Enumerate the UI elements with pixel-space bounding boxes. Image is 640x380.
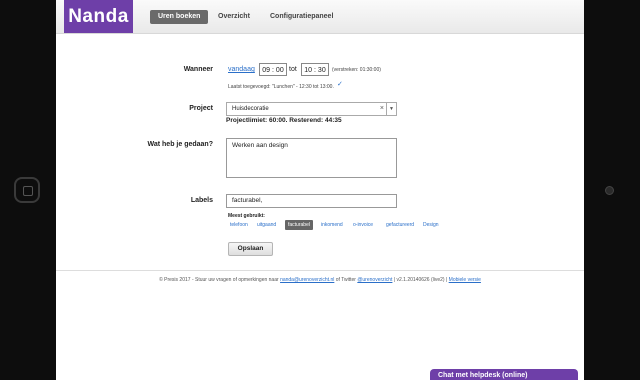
tag-item[interactable]: Design [421,220,441,230]
chat-helpdesk-button[interactable]: Chat met helpdesk (online) [430,369,578,380]
checkmark-icon: ✓ [337,81,343,88]
footer: © Presis 2017 - Stuur uw vragen of opmer… [56,277,584,283]
tag-item[interactable]: inkomend [319,220,345,230]
mobile-version-link[interactable]: Mobiele versie [449,277,481,283]
project-select[interactable]: Huisdecoratie × ▼ [226,102,397,116]
to-minutes: 30 [317,67,326,74]
from-hours: 09 [262,67,271,74]
home-button-icon[interactable] [14,177,40,203]
most-used-label: Meest gebruikt: [228,213,265,219]
last-added-text: Laatst toegevoegd: "Lunchen" - 12:30 tot… [228,84,334,90]
footer-twitter-link[interactable]: @urenoverzicht [357,277,392,283]
app-logo[interactable]: Nanda [64,0,133,33]
footer-email-link[interactable]: nanda@urenoverzicht.nl [280,277,334,283]
device-bezel-right [584,0,640,380]
tag-item-selected[interactable]: facturabel [285,220,313,230]
footer-text: © Presis 2017 - Stuur uw vragen of opmer… [159,277,281,283]
project-limit-text: Projectlimiet: 60:00. Resterend: 44:35 [226,117,342,124]
tag-item[interactable]: uitgaand [255,220,278,230]
to-time-input[interactable]: 10 : 30 [301,63,329,76]
duration-text: (verstreken: 01:30:00) [332,67,381,73]
when-label: Wanneer [183,66,213,73]
camera-icon [605,186,614,195]
project-value: Huisdecoratie [232,106,269,112]
to-label: tot [289,66,297,73]
from-minutes: 00 [275,67,284,74]
tag-item[interactable]: o-invoice [351,220,375,230]
device-bezel-left [0,0,56,380]
tag-item[interactable]: gefactureerd [384,220,416,230]
from-time-input[interactable]: 09 : 00 [259,63,287,76]
tab-uren-boeken[interactable]: Uren boeken [150,10,209,24]
description-label: Wat heb je gedaan? [147,141,213,148]
labels-input[interactable]: facturabel, [226,194,397,208]
app-screen: Nanda Uren boeken Overzicht Configuratie… [56,0,584,380]
save-button[interactable]: Opslaan [228,242,273,256]
tab-overzicht[interactable]: Overzicht [210,10,258,24]
footer-divider [56,270,584,271]
project-label: Project [189,105,213,112]
to-hours: 10 [304,67,313,74]
labels-label: Labels [190,197,213,204]
top-navigation: Nanda Uren boeken Overzicht Configuratie… [56,0,584,34]
chevron-down-icon[interactable]: ▼ [386,103,396,115]
tag-item[interactable]: telefoon [228,220,250,230]
footer-text-2: of Twitter [334,277,358,283]
description-textarea[interactable]: Werken aan design [226,138,397,178]
tab-configuratiepaneel[interactable]: Configuratiepaneel [262,10,341,24]
footer-version: | v2.1.20140626 (live2) | [392,277,449,283]
clear-icon[interactable]: × [380,103,384,115]
date-today-link[interactable]: vandaag [228,66,255,73]
